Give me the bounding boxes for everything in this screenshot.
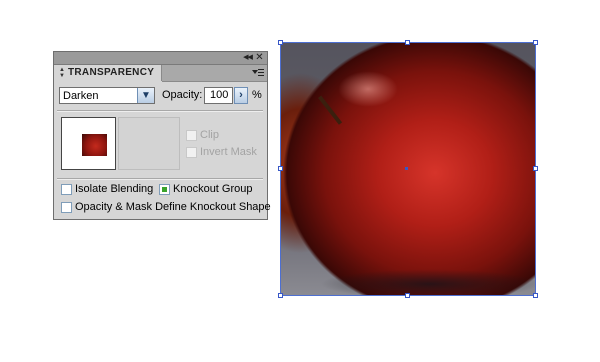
object-thumbnail[interactable] xyxy=(61,117,116,170)
tab-transparency[interactable]: ▲ ▼ TRANSPARENCY xyxy=(55,65,162,81)
resize-handle-top[interactable] xyxy=(405,40,410,45)
resize-handle-top-left[interactable] xyxy=(278,40,283,45)
clip-label: Clip xyxy=(200,129,219,141)
close-panel-icon[interactable]: ✕ xyxy=(254,52,265,63)
isolate-blending-label: Isolate Blending xyxy=(75,183,154,195)
opacity-mask-knockout-label: Opacity & Mask Define Knockout Shape xyxy=(75,201,271,213)
knockout-group-checkbox[interactable] xyxy=(159,184,170,195)
apple-shadow xyxy=(320,269,536,296)
divider xyxy=(57,110,263,112)
panel-title-bar[interactable]: ◀◀ ✕ xyxy=(54,52,267,65)
opacity-mask-thumbnail[interactable] xyxy=(118,117,180,170)
isolate-blending-checkbox[interactable] xyxy=(61,184,72,195)
resize-handle-left[interactable] xyxy=(278,166,283,171)
collapse-panel-icon[interactable]: ◀◀ xyxy=(242,52,253,63)
panel-menu-icon[interactable] xyxy=(252,67,264,78)
apple-thumbnail-image xyxy=(82,134,107,156)
invert-mask-label: Invert Mask xyxy=(200,146,257,158)
resize-handle-top-right[interactable] xyxy=(533,40,538,45)
percent-sign: % xyxy=(252,89,262,101)
blend-mode-value: Darken xyxy=(63,90,99,102)
divider xyxy=(57,178,263,180)
tab-transparency-label: TRANSPARENCY xyxy=(68,67,155,78)
selection-center-point xyxy=(405,167,408,170)
resize-handle-bottom-right[interactable] xyxy=(533,293,538,298)
opacity-input[interactable]: 100 xyxy=(204,87,233,104)
apple-highlight xyxy=(338,71,398,107)
knockout-group-label: Knockout Group xyxy=(173,183,253,195)
tab-expand-icon[interactable]: ▲ ▼ xyxy=(59,67,65,79)
resize-handle-bottom[interactable] xyxy=(405,293,410,298)
apple-photo[interactable] xyxy=(280,43,536,296)
apple-stem xyxy=(318,95,343,125)
resize-handle-bottom-left[interactable] xyxy=(278,293,283,298)
opacity-mask-knockout-checkbox[interactable] xyxy=(61,202,72,213)
resize-handle-right[interactable] xyxy=(533,166,538,171)
opacity-slider-button[interactable]: › xyxy=(234,87,248,104)
chevron-down-icon[interactable]: ▼ xyxy=(137,88,154,103)
clip-checkbox[interactable] xyxy=(186,130,197,141)
blend-mode-select[interactable]: Darken ▼ xyxy=(59,87,155,104)
invert-mask-checkbox[interactable] xyxy=(186,147,197,158)
opacity-label: Opacity: xyxy=(162,89,203,101)
